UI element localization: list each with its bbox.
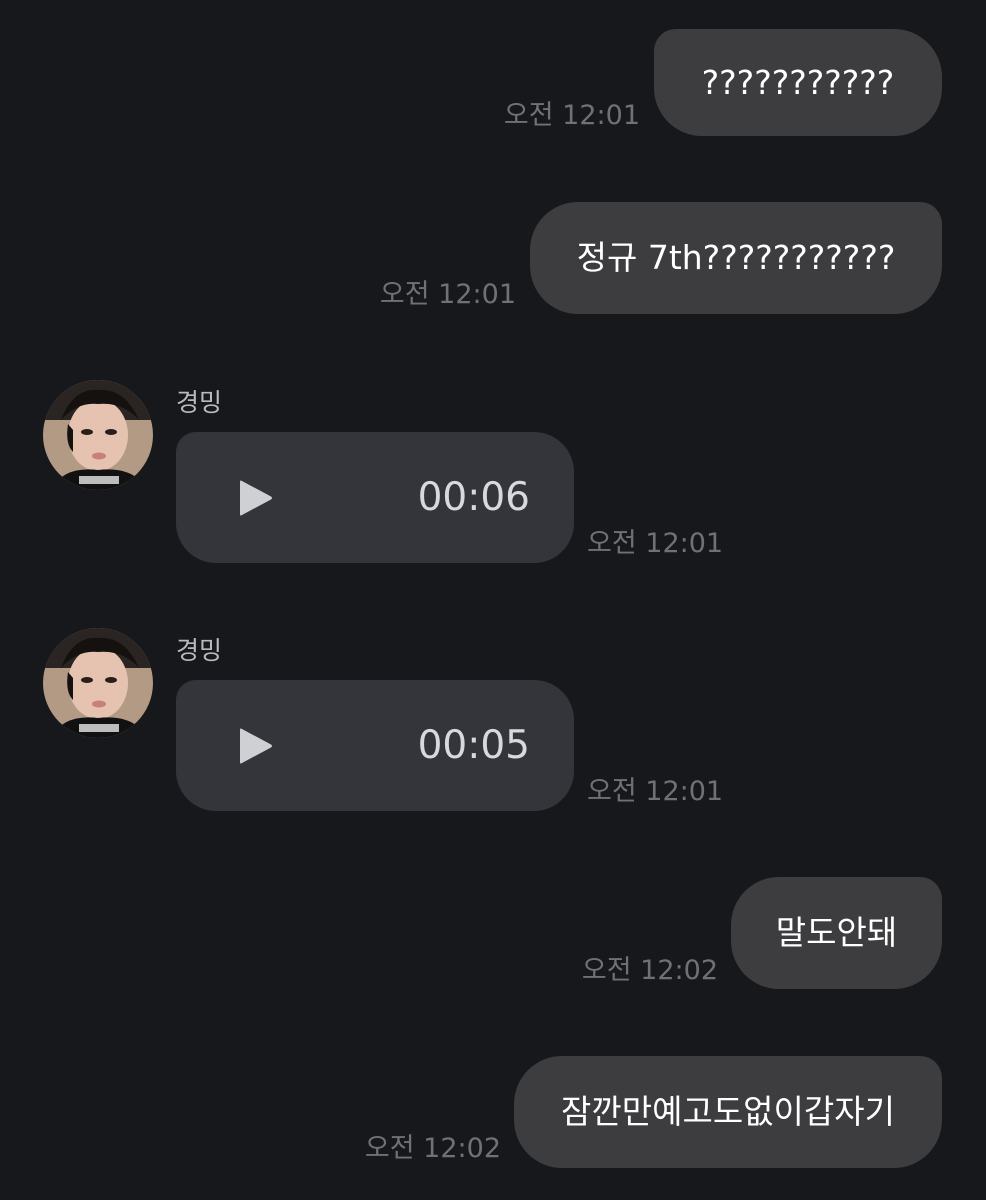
profile-photo-icon	[43, 380, 153, 490]
profile-photo-icon	[43, 628, 153, 738]
outgoing-message-bubble[interactable]: 잠깐만예고도없이갑자기	[514, 1056, 942, 1168]
message-timestamp: 오전 12:02	[581, 955, 718, 986]
play-icon[interactable]	[238, 478, 274, 518]
message-timestamp: 오전 12:01	[379, 279, 516, 310]
voice-message-bubble[interactable]: 00:06	[176, 432, 574, 563]
message-text: 정규 7th???????????	[576, 238, 896, 277]
outgoing-message-bubble[interactable]: ???????????	[654, 29, 942, 136]
message-text: 말도안돼	[775, 913, 898, 952]
outgoing-message-bubble[interactable]: 말도안돼	[731, 877, 942, 989]
sender-avatar[interactable]	[43, 628, 153, 738]
outgoing-message-bubble[interactable]: 정규 7th???????????	[530, 202, 942, 314]
voice-duration: 00:05	[417, 723, 530, 768]
chat-message-list[interactable]: ??????????? 오전 12:01 정규 7th??????????? 오…	[0, 0, 986, 1200]
message-timestamp: 오전 12:01	[503, 100, 640, 131]
sender-avatar[interactable]	[43, 380, 153, 490]
voice-duration: 00:06	[417, 475, 530, 520]
message-timestamp: 오전 12:01	[587, 776, 724, 807]
message-timestamp: 오전 12:01	[587, 528, 724, 559]
message-text: ???????????	[701, 62, 895, 102]
message-timestamp: 오전 12:02	[364, 1133, 501, 1164]
sender-name: 경밍	[176, 388, 223, 417]
play-icon[interactable]	[238, 726, 274, 766]
message-text: 잠깐만예고도없이갑자기	[561, 1092, 895, 1131]
voice-message-bubble[interactable]: 00:05	[176, 680, 574, 811]
sender-name: 경밍	[176, 636, 223, 665]
